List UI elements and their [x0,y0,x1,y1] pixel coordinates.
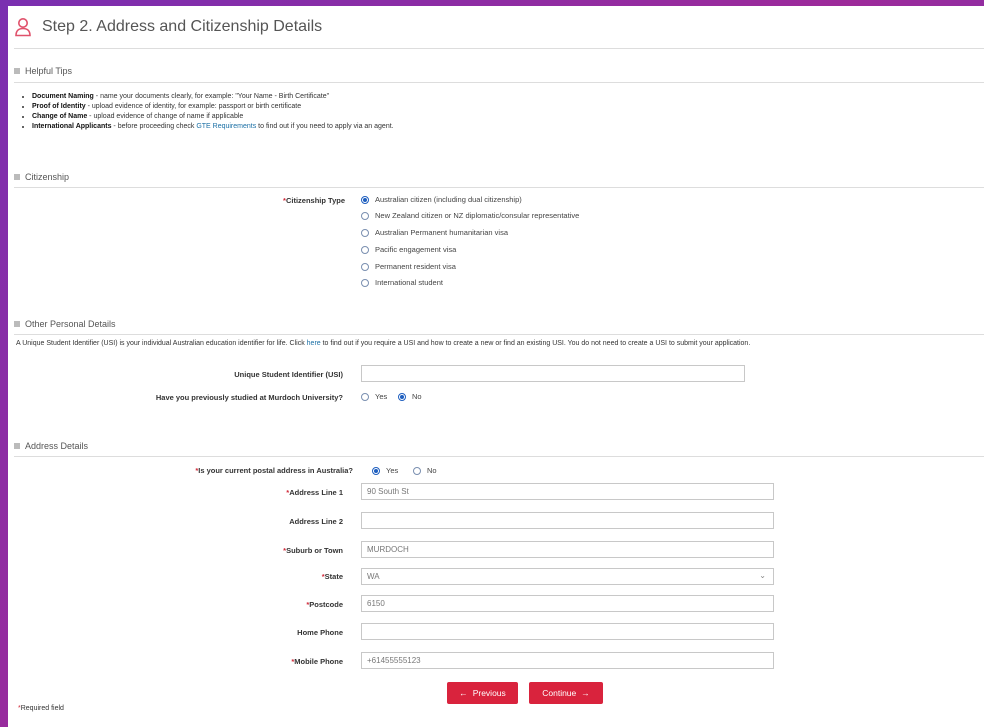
header-divider [14,48,984,49]
user-icon [15,18,31,37]
radio-icon[interactable] [361,228,369,237]
personal-divider [14,334,984,335]
home-phone-input[interactable] [361,623,774,640]
usi-note: A Unique Student Identifier (USI) is you… [16,340,751,347]
required-field-note: *Required field [18,705,64,712]
radio-icon[interactable] [361,245,369,254]
radio-selected-icon[interactable] [372,466,380,475]
usi-label: Unique Student Identifier (USI) [234,370,343,379]
radio-selected-icon[interactable] [361,195,369,204]
citizenship-option[interactable]: Pacific engagement visa [361,245,456,254]
postcode-label: *Postcode [306,600,343,609]
continue-button[interactable]: Continue → [529,682,603,704]
in-australia-label: *Is your current postal address in Austr… [195,466,353,475]
personal-heading: Other Personal Details [14,319,116,329]
radio-icon[interactable] [361,211,369,220]
collapse-square-icon[interactable] [14,174,20,180]
list-item: Change of Name - upload evidence of chan… [32,112,394,122]
tips-list: Document Naming - name your documents cl… [22,92,394,132]
collapse-square-icon[interactable] [14,321,20,327]
studied-label: Have you previously studied at Murdoch U… [155,393,343,402]
citizenship-option[interactable]: Australian citizen (including dual citiz… [361,195,522,204]
radio-icon[interactable] [361,392,369,401]
studied-no-option[interactable]: No [398,392,422,401]
chevron-down-icon: ⌄ [759,571,766,580]
in-australia-yes-option[interactable]: Yes [372,466,398,475]
list-item: Document Naming - name your documents cl… [32,92,394,102]
list-item: Proof of Identity - upload evidence of i… [32,102,394,112]
page-title: Step 2. Address and Citizenship Details [42,18,323,35]
in-australia-no-option[interactable]: No [413,466,437,475]
arrow-right-icon: → [581,688,590,698]
address-line1-label: *Address Line 1 [286,488,343,497]
previous-button[interactable]: ← Previous [447,682,518,704]
citizenship-option[interactable]: Australian Permanent humanitarian visa [361,228,508,237]
citizenship-option[interactable]: New Zealand citizen or NZ diplomatic/con… [361,211,579,220]
suburb-input[interactable]: MURDOCH [361,541,774,558]
radio-icon[interactable] [361,262,369,271]
citizenship-option[interactable]: Permanent resident visa [361,262,456,271]
citizenship-divider [14,187,984,188]
gte-requirements-link[interactable]: GTE Requirements [196,123,256,130]
page-header: Step 2. Address and Citizenship Details [8,6,984,48]
list-item: International Applicants - before procee… [32,122,394,132]
address-heading: Address Details [14,441,88,451]
radio-selected-icon[interactable] [398,392,406,401]
application-panel: Step 2. Address and Citizenship Details … [8,6,984,727]
arrow-left-icon: ← [459,688,468,698]
usi-input[interactable] [361,365,745,382]
address-divider [14,456,984,457]
home-phone-label: Home Phone [297,628,343,637]
address-line2-label: Address Line 2 [289,517,343,526]
studied-yes-option[interactable]: Yes [361,392,387,401]
collapse-square-icon[interactable] [14,443,20,449]
mobile-phone-input[interactable]: +61455555123 [361,652,774,669]
state-select[interactable]: WA ⌄ [361,568,774,585]
mobile-phone-label: *Mobile Phone [291,657,343,666]
radio-icon[interactable] [413,466,421,475]
state-label: *State [321,572,343,581]
postcode-input[interactable]: 6150 [361,595,774,612]
radio-icon[interactable] [361,278,369,287]
address-line2-input[interactable] [361,512,774,529]
tips-divider [14,82,984,83]
tips-heading: Helpful Tips [14,66,72,76]
citizenship-option[interactable]: International student [361,278,443,287]
suburb-label: *Suburb or Town [283,546,343,555]
usi-here-link[interactable]: here [307,340,321,347]
citizenship-heading: Citizenship [14,172,69,182]
address-line1-input[interactable]: 90 South St [361,483,774,500]
citizenship-type-label: *Citizenship Type [283,196,345,205]
collapse-square-icon[interactable] [14,68,20,74]
